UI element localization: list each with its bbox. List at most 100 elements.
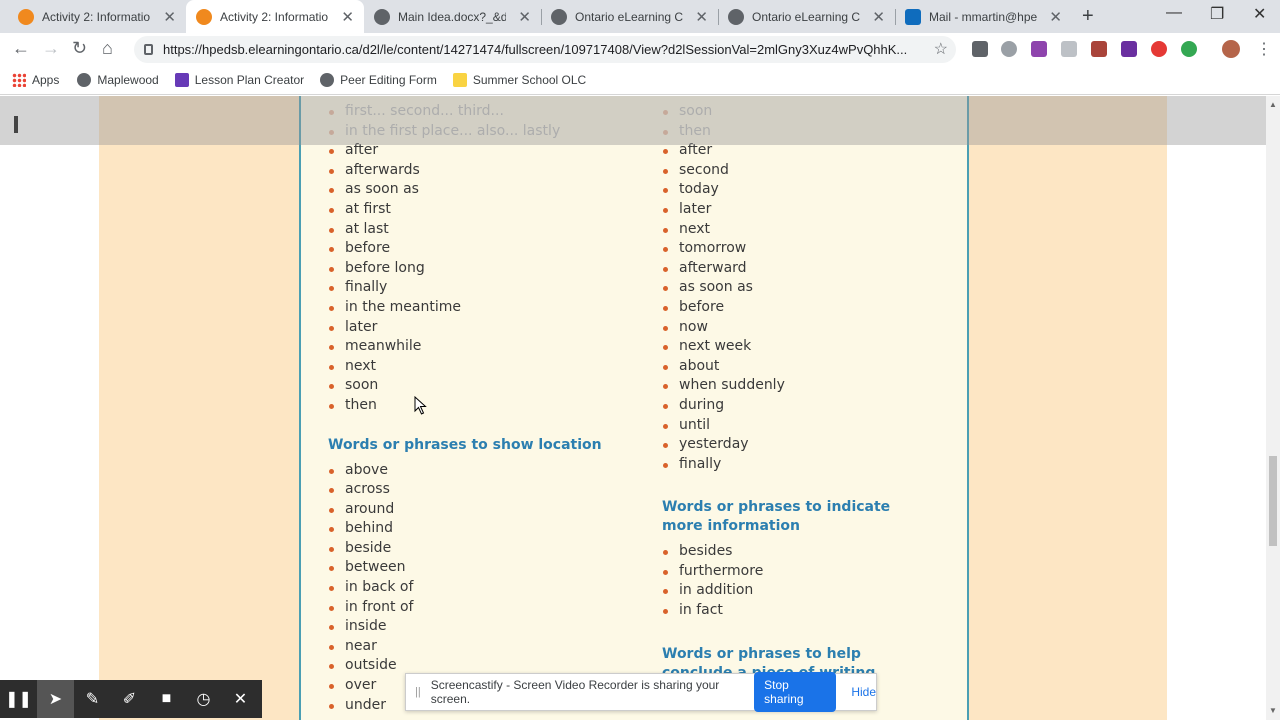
tab-title: Ontario eLearning Cons (752, 9, 860, 24)
list-item: before (328, 239, 602, 259)
list-item: in front of (328, 598, 602, 618)
list-item: behind (328, 519, 602, 539)
list-item: beside (328, 539, 602, 559)
list-item: in fact (662, 601, 932, 621)
browser-tab[interactable]: Mail - mmartin@hpedsb ✕ (895, 0, 1072, 33)
back-button[interactable]: ← (12, 38, 30, 59)
forward-button[interactable]: → (42, 38, 60, 59)
bookmark-peer-editing[interactable]: Peer Editing Form (320, 73, 437, 87)
pen-icon[interactable]: ✎ (74, 680, 111, 718)
list-item: at last (328, 220, 602, 240)
avatar[interactable] (1222, 40, 1240, 58)
extension-icon[interactable] (1031, 41, 1047, 57)
list-item: before (662, 298, 932, 318)
list-item: in addition (662, 581, 932, 601)
list-item: finally (328, 278, 602, 298)
extension-icon[interactable] (1091, 41, 1107, 57)
extension-icon[interactable] (1121, 41, 1137, 57)
timer-icon[interactable]: ◷ (185, 680, 222, 718)
extension-icon[interactable] (1181, 41, 1197, 57)
browser-toolbar: ← → ↻ ⌂ https://hpedsb.elearningontario.… (0, 33, 1280, 66)
highlighter-icon[interactable]: ✐ (111, 680, 148, 718)
reload-button[interactable]: ↻ (72, 38, 87, 59)
list-item: at first (328, 200, 602, 220)
screencastify-toolbar: ❚❚ ➤ ✎ ✐ ■ ◷ ✕ (0, 680, 262, 718)
close-window-button[interactable]: ✕ (1253, 4, 1266, 24)
scroll-thumb[interactable] (1269, 456, 1277, 546)
list-item: as soon as (662, 278, 932, 298)
scrollbar[interactable]: ▲ ▼ (1266, 96, 1280, 720)
hide-button[interactable]: Hide (851, 685, 876, 699)
bookmarks-bar: Apps Maplewood Lesson Plan Creator Peer … (0, 66, 1280, 95)
screencastify-icon[interactable] (1151, 41, 1167, 57)
pointer-icon[interactable]: ➤ (37, 680, 74, 718)
close-icon[interactable]: ✕ (222, 680, 259, 718)
bookmark-maplewood[interactable]: Maplewood (77, 73, 159, 87)
globe-icon (77, 73, 92, 87)
list-item: in back of (328, 578, 602, 598)
list-item: next week (662, 337, 932, 357)
browser-tab[interactable]: Ontario eLearning Cons ✕ (718, 0, 895, 33)
tab-strip: Activity 2: Information f ✕ Activity 2: … (0, 0, 1280, 33)
list-item: next (662, 220, 932, 240)
new-tab-button[interactable]: + (1082, 5, 1094, 28)
globe-icon (728, 8, 744, 25)
sequence-list: first... second... third... in the first… (328, 102, 602, 416)
list-item: during (662, 396, 932, 416)
drag-handle-icon[interactable]: || (415, 686, 421, 698)
globe-icon (374, 8, 390, 25)
list-item: afterward (662, 259, 932, 279)
address-bar[interactable]: https://hpedsb.elearningontario.ca/d2l/l… (134, 36, 956, 63)
list-item: today (662, 180, 932, 200)
outlook-icon (905, 8, 921, 25)
home-button[interactable]: ⌂ (102, 38, 113, 59)
left-margin (99, 96, 299, 720)
bookmark-lesson-plan[interactable]: Lesson Plan Creator (174, 73, 304, 87)
bookmark-summer-school[interactable]: Summer School OLC (452, 73, 586, 87)
close-icon[interactable]: ✕ (341, 8, 354, 26)
scroll-down-icon[interactable]: ▼ (1269, 706, 1277, 715)
close-icon[interactable]: ✕ (1049, 8, 1062, 26)
list-item: furthermore (662, 562, 932, 582)
list-item: across (328, 480, 602, 500)
menu-icon[interactable]: ⋮ (1256, 39, 1272, 59)
tab-title: Mail - mmartin@hpedsb (929, 9, 1037, 24)
browser-tab[interactable]: Activity 2: Information f ✕ (8, 0, 186, 33)
browser-tab[interactable]: Main Idea.docx?_&d2lS ✕ (364, 0, 541, 33)
close-icon[interactable]: ✕ (872, 8, 885, 26)
brightspace-icon (196, 8, 212, 25)
extension-icon[interactable] (1061, 41, 1077, 57)
list-item: later (662, 200, 932, 220)
camera-icon[interactable]: ■ (148, 680, 185, 718)
list-item: then (328, 396, 602, 416)
list-item: between (328, 558, 602, 578)
bookmark-star-icon[interactable]: ☆ (934, 39, 948, 59)
extension-icon[interactable] (1001, 41, 1017, 57)
list-item: besides (662, 542, 932, 562)
scroll-up-icon[interactable]: ▲ (1269, 100, 1277, 109)
list-icon (174, 73, 189, 87)
sharing-message: Screencastify - Screen Video Recorder is… (430, 678, 720, 706)
bookmark-apps[interactable]: Apps (12, 73, 59, 87)
screen-sharing-notice: || Screencastify - Screen Video Recorder… (405, 672, 877, 712)
list-item: before long (328, 259, 602, 279)
list-item: tomorrow (662, 239, 932, 259)
list-item: next (328, 357, 602, 377)
browser-tab[interactable]: Ontario eLearning Cons ✕ (541, 0, 718, 33)
close-icon[interactable]: ✕ (163, 8, 176, 26)
list-item: soon (328, 376, 602, 396)
pause-icon[interactable]: ❚❚ (0, 680, 37, 718)
overlay-toolbar (0, 96, 1266, 145)
extension-icon[interactable] (972, 41, 988, 57)
minimize-button[interactable]: — (1166, 4, 1182, 22)
close-icon[interactable]: ✕ (518, 8, 531, 26)
restore-button[interactable]: ❐ (1210, 4, 1224, 24)
close-icon[interactable]: ✕ (695, 8, 708, 26)
list-item: yesterday (662, 435, 932, 455)
right-margin (969, 96, 1167, 720)
menu-handle-icon[interactable] (14, 116, 18, 133)
tab-title: Activity 2: Information f (42, 9, 150, 24)
more-information-list: besides furthermore in addition in fact (662, 542, 932, 620)
browser-tab-active[interactable]: Activity 2: Information ✕ (186, 0, 364, 33)
stop-sharing-button[interactable]: Stop sharing (754, 672, 837, 712)
